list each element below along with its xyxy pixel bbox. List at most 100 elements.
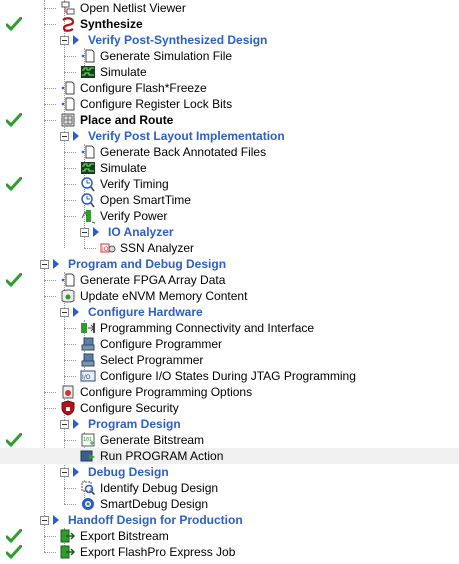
identify-icon [81, 481, 96, 496]
tree-item-label: Place and Route [80, 113, 174, 127]
collapse-toggle-icon[interactable] [60, 307, 69, 317]
checkmark-icon [6, 529, 22, 543]
generate-file-icon [81, 49, 95, 63]
collapse-toggle-icon[interactable] [80, 227, 89, 237]
tree-item-label: Configure Register Lock Bits [80, 97, 233, 111]
tree-group-row[interactable]: IO Analyzer [0, 224, 459, 240]
export-icon [60, 529, 76, 543]
tree-item-label: Export Bitstream [80, 529, 169, 543]
tree-group-row[interactable]: Debug Design [0, 464, 459, 480]
io-states-icon: I/O [80, 370, 96, 382]
tree-group-row[interactable]: Configure Hardware [0, 304, 459, 320]
simulate-icon [81, 162, 95, 174]
tree-task-row[interactable]: Open Netlist Viewer [0, 0, 459, 16]
tree-task-row[interactable]: Simulate [0, 160, 459, 176]
tree-task-row[interactable]: SmartDebug Design [0, 496, 459, 512]
programmer-icon [81, 337, 95, 351]
tree-item-label: SmartDebug Design [100, 497, 209, 511]
memory-icon [61, 289, 75, 303]
tree-task-row[interactable]: IO SSN Analyzer [0, 240, 459, 256]
synthesize-icon [62, 17, 75, 32]
tree-task-row[interactable]: Run PROGRAM Action [0, 448, 459, 464]
tree-task-row[interactable]: Place and Route [0, 112, 459, 128]
bitstream-icon: 101 [81, 433, 95, 447]
tree-task-row[interactable]: Generate FPGA Array Data [0, 272, 459, 288]
tree-task-row[interactable]: Simulate [0, 64, 459, 80]
tree-item-label: Configure Flash*Freeze [80, 81, 207, 95]
tree-item-label: Generate Bitstream [100, 433, 205, 447]
tree-item-label: Verify Post Layout Implementation [88, 129, 285, 143]
tree-task-row[interactable]: Verify Timing [0, 176, 459, 192]
tree-group-row[interactable]: Verify Post Layout Implementation [0, 128, 459, 144]
tree-task-row[interactable]: Open SmartTime [0, 192, 459, 208]
collapse-toggle-icon[interactable] [40, 259, 49, 269]
tree-task-row[interactable]: Configure Programming Options [0, 384, 459, 400]
triangle-right-icon [73, 419, 79, 429]
tree-task-row[interactable]: 101 Generate Bitstream [0, 432, 459, 448]
tree-task-row[interactable]: Select Programmer [0, 352, 459, 368]
tree-task-row[interactable]: Identify Debug Design [0, 480, 459, 496]
collapse-toggle-icon[interactable] [60, 419, 69, 429]
triangle-right-icon [73, 307, 79, 317]
tree-task-row[interactable]: Export FlashPro Express Job [0, 544, 459, 560]
checkmark-icon [6, 177, 22, 191]
triangle-right-icon [73, 131, 79, 141]
configure-file-icon [61, 97, 75, 111]
connectivity-icon [81, 323, 95, 333]
triangle-right-icon [53, 515, 59, 525]
simulate-icon [81, 66, 95, 78]
tree-group-row[interactable]: Program and Debug Design [0, 256, 459, 272]
generate-file-icon [61, 273, 75, 287]
checkmark-icon [6, 273, 22, 287]
tree-item-label: Synthesize [80, 17, 143, 31]
collapse-toggle-icon[interactable] [40, 515, 49, 525]
svg-text:I/O: I/O [82, 374, 91, 381]
timing-icon [81, 193, 95, 208]
tree-task-row[interactable]: Configure Programmer [0, 336, 459, 352]
triangle-right-icon [93, 227, 99, 237]
svg-text:101: 101 [83, 437, 92, 443]
export-icon [60, 545, 76, 559]
ssn-analyzer-icon: IO [100, 243, 116, 253]
checkmark-icon [6, 545, 22, 559]
tree-task-row[interactable]: Configure Register Lock Bits [0, 96, 459, 112]
tree-item-label: Generate Simulation File [100, 49, 233, 63]
tree-task-row[interactable]: Synthesize [0, 16, 459, 32]
tree-item-label: Program and Debug Design [68, 257, 227, 271]
tree-group-row[interactable]: Program Design [0, 416, 459, 432]
tree-item-label: Verify Timing [100, 177, 169, 191]
tree-item-label: Configure Programmer [100, 337, 223, 351]
configure-file-icon [61, 81, 75, 95]
collapse-toggle-icon[interactable] [60, 467, 69, 477]
tree-item-label: Verify Post-Synthesized Design [88, 33, 268, 47]
tree-task-row[interactable]: Configure Security [0, 400, 459, 416]
tree-item-label: Configure Security [80, 401, 179, 415]
tree-item-label: Open SmartTime [100, 193, 191, 207]
timing-icon [81, 177, 95, 192]
tree-task-row[interactable]: Update eNVM Memory Content [0, 288, 459, 304]
tree-task-row[interactable]: Configure Flash*Freeze [0, 80, 459, 96]
tree-group-row[interactable]: Verify Post-Synthesized Design [0, 32, 459, 48]
smartdebug-icon [82, 498, 94, 510]
collapse-toggle-icon[interactable] [60, 35, 69, 45]
tree-item-label: IO Analyzer [108, 225, 174, 239]
tree-task-row[interactable]: Generate Back Annotated Files [0, 144, 459, 160]
checkmark-icon [6, 113, 22, 127]
tree-item-label: Handoff Design for Production [68, 513, 243, 527]
triangle-right-icon [73, 35, 79, 45]
tree-task-row[interactable]: I/O Configure I/O States During JTAG Prog… [0, 368, 459, 384]
security-icon [61, 400, 75, 416]
tree-item-label: Select Programmer [100, 353, 204, 367]
tree-task-row[interactable]: Export Bitstream [0, 528, 459, 544]
tree-item-label: Configure I/O States During JTAG Program… [100, 369, 356, 383]
tree-item-label: Programming Connectivity and Interface [100, 321, 315, 335]
checkmark-icon [6, 17, 22, 31]
tree-group-row[interactable]: Handoff Design for Production [0, 512, 459, 528]
power-icon [81, 210, 96, 224]
tree-item-label: Simulate [100, 65, 147, 79]
tree-item-label: Verify Power [100, 209, 168, 223]
collapse-toggle-icon[interactable] [60, 131, 69, 141]
tree-task-row[interactable]: Verify Power [0, 208, 459, 224]
tree-task-row[interactable]: Generate Simulation File [0, 48, 459, 64]
tree-task-row[interactable]: Programming Connectivity and Interface [0, 320, 459, 336]
